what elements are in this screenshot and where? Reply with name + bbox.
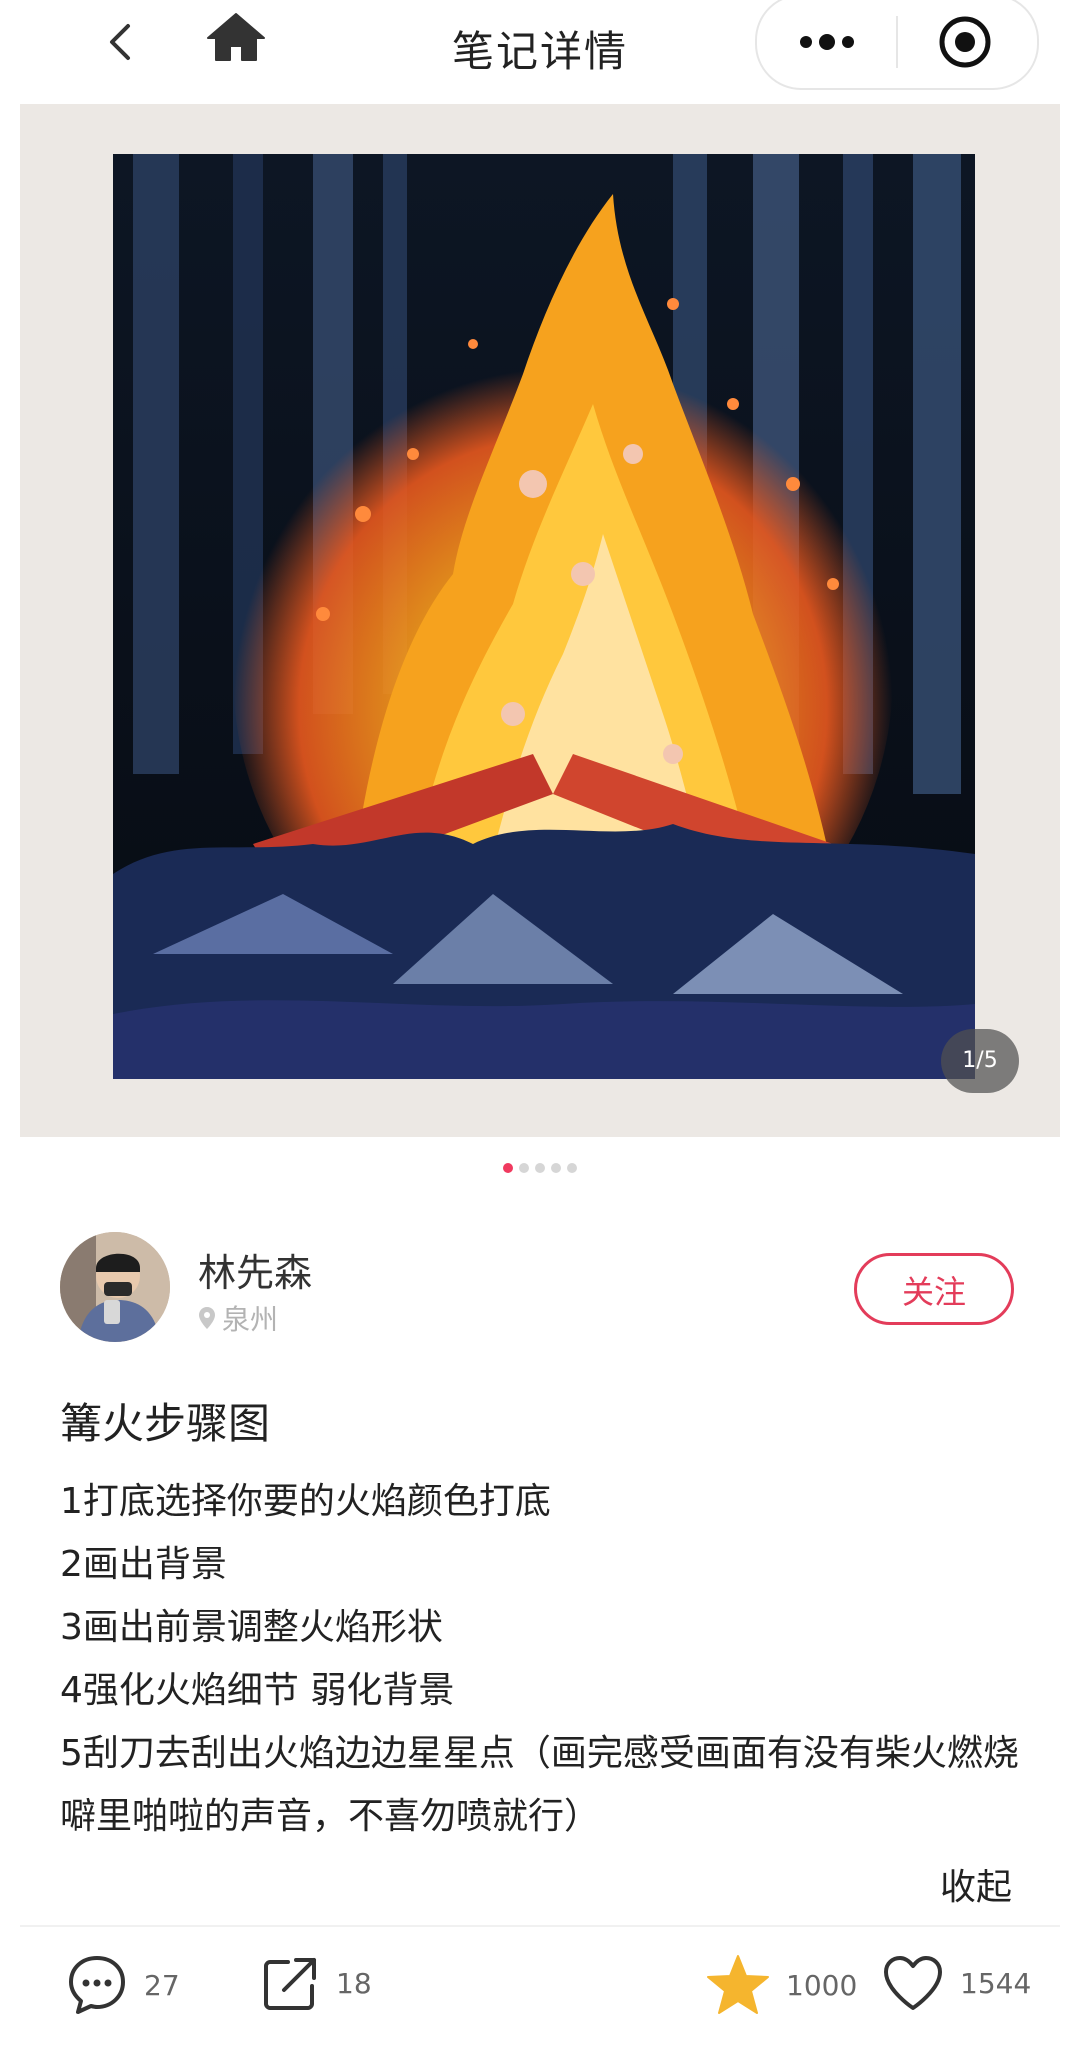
note-line: 1打底选择你要的火焰颜色打底 [60, 1481, 551, 1522]
note-line: 2画出背景 [60, 1544, 227, 1585]
like-count: 1544 [960, 1966, 1032, 2000]
comment-action[interactable]: 27 [66, 1954, 180, 2016]
note-line: 3画出前景调整火焰形状 [60, 1607, 443, 1648]
image-carousel[interactable]: 1/5 [20, 104, 1060, 1137]
left-margin [0, 0, 20, 2050]
favorite-action[interactable]: 1000 [706, 1954, 857, 2016]
note-body: 1打底选择你要的火焰颜色打底 2画出背景 3画出前景调整火焰形状 4强化火焰细节… [60, 1470, 1040, 1848]
divider [20, 1925, 1060, 1927]
pagination-dot-1[interactable] [503, 1163, 513, 1173]
like-action[interactable]: 1544 [882, 1954, 1031, 2012]
star-icon [707, 1955, 769, 2014]
share-action[interactable]: 18 [262, 1954, 372, 2012]
note-line: 4强化火焰细节 弱化背景 [60, 1670, 455, 1711]
more-icon[interactable] [792, 22, 862, 62]
author-location: 泉州 [198, 1298, 278, 1338]
note-title: 篝火步骤图 [60, 1399, 271, 1448]
capsule-divider [896, 16, 898, 68]
comment-icon [69, 1956, 125, 2014]
pagination-dot-5[interactable] [567, 1163, 577, 1173]
author-name[interactable]: 林先森 [198, 1242, 312, 1297]
note-line: 5刮刀去刮出火焰边边星星点（画完感受画面有没有柴火燃烧噼里啪啦的声音，不喜勿喷就… [60, 1733, 1019, 1837]
campfire-painting-image [113, 154, 975, 1079]
note-detail-page: 笔记详情 1/5 林先森 泉州 关注 篝火步骤图 1打底选择你要的火焰颜色打底 … [20, 0, 1060, 2050]
top-nav-bar: 笔记详情 [20, 0, 1060, 104]
right-margin [1060, 0, 1080, 2050]
bottom-action-bar: 27 18 1000 1544 [20, 1930, 1060, 2050]
share-count: 18 [336, 1966, 372, 2000]
image-counter: 1/5 [941, 1029, 1019, 1093]
target-icon[interactable] [937, 14, 993, 70]
pagination-dot-3[interactable] [535, 1163, 545, 1173]
pagination-dot-4[interactable] [551, 1163, 561, 1173]
comment-count: 27 [144, 1968, 180, 2002]
carousel-pagination [20, 1163, 1060, 1173]
author-avatar[interactable] [60, 1232, 170, 1342]
favorite-count: 1000 [786, 1968, 858, 2002]
pagination-dot-2[interactable] [519, 1163, 529, 1173]
location-text: 泉州 [222, 1303, 279, 1336]
location-pin-icon [199, 1307, 215, 1329]
share-icon [264, 1958, 316, 2010]
mini-program-capsule [755, 0, 1039, 90]
follow-button[interactable]: 关注 [854, 1253, 1014, 1325]
heart-icon [884, 1956, 942, 2010]
collapse-button[interactable]: 收起 [940, 1858, 1012, 1910]
